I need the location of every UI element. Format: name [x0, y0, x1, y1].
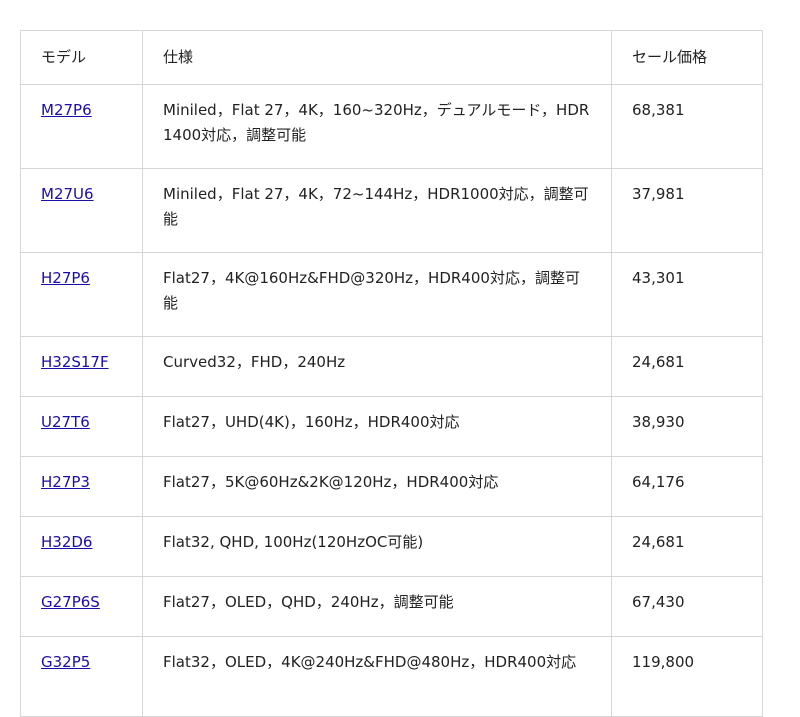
model-cell: H27P3 — [20, 456, 143, 517]
price-cell: 68,381 — [611, 84, 763, 169]
spec-cell: Flat27，5K@60Hz&2K@120Hz，HDR400対応 — [142, 456, 612, 517]
price-cell: 24,681 — [611, 336, 763, 397]
model-cell: G32P5 — [20, 636, 143, 717]
product-table: モデル 仕様 セール価格 M27P6 Miniled，Flat 27，4K，16… — [20, 30, 763, 717]
model-cell: G27P6S — [20, 576, 143, 637]
model-link[interactable]: M27P6 — [41, 101, 92, 119]
table-row: M27P6 Miniled，Flat 27，4K，160~320Hz，デュアルモ… — [20, 84, 763, 169]
table-row: G27P6S Flat27，OLED，QHD，240Hz，調整可能 67,430 — [20, 576, 763, 637]
model-link[interactable]: G32P5 — [41, 653, 90, 671]
table-row: M27U6 Miniled，Flat 27，4K，72~144Hz，HDR100… — [20, 168, 763, 253]
table-row: H27P3 Flat27，5K@60Hz&2K@120Hz，HDR400対応 6… — [20, 456, 763, 517]
header-spec: 仕様 — [142, 30, 612, 85]
model-cell: H27P6 — [20, 252, 143, 337]
price-cell: 43,301 — [611, 252, 763, 337]
price-cell: 67,430 — [611, 576, 763, 637]
table-body: M27P6 Miniled，Flat 27，4K，160~320Hz，デュアルモ… — [20, 84, 763, 717]
model-cell: M27P6 — [20, 84, 143, 169]
table-header-row: モデル 仕様 セール価格 — [20, 30, 763, 85]
product-table-container: モデル 仕様 セール価格 M27P6 Miniled，Flat 27，4K，16… — [20, 30, 763, 717]
spec-cell: Flat27，UHD(4K)，160Hz，HDR400対応 — [142, 396, 612, 457]
model-link[interactable]: H32S17F — [41, 353, 109, 371]
model-link[interactable]: M27U6 — [41, 185, 94, 203]
table-row: U27T6 Flat27，UHD(4K)，160Hz，HDR400対応 38,9… — [20, 396, 763, 457]
model-cell: M27U6 — [20, 168, 143, 253]
price-cell: 64,176 — [611, 456, 763, 517]
table-row: G32P5 Flat32，OLED，4K@240Hz&FHD@480Hz，HDR… — [20, 636, 763, 717]
model-cell: U27T6 — [20, 396, 143, 457]
table-row: H32S17F Curved32，FHD，240Hz 24,681 — [20, 336, 763, 397]
model-link[interactable]: H27P6 — [41, 269, 90, 287]
model-link[interactable]: G27P6S — [41, 593, 100, 611]
spec-cell: Miniled，Flat 27，4K，72~144Hz，HDR1000対応，調整… — [142, 168, 612, 253]
price-cell: 38,930 — [611, 396, 763, 457]
header-model: モデル — [20, 30, 143, 85]
header-price: セール価格 — [611, 30, 763, 85]
price-cell: 37,981 — [611, 168, 763, 253]
spec-cell: Flat27，4K@160Hz&FHD@320Hz，HDR400対応，調整可能 — [142, 252, 612, 337]
spec-cell: Flat32, QHD, 100Hz(120HzOC可能) — [142, 516, 612, 577]
spec-cell: Miniled，Flat 27，4K，160~320Hz，デュアルモード，HDR… — [142, 84, 612, 169]
spec-cell: Flat32，OLED，4K@240Hz&FHD@480Hz，HDR400対応 — [142, 636, 612, 717]
model-link[interactable]: U27T6 — [41, 413, 90, 431]
spec-cell: Curved32，FHD，240Hz — [142, 336, 612, 397]
table-row: H27P6 Flat27，4K@160Hz&FHD@320Hz，HDR400対応… — [20, 252, 763, 337]
price-cell: 24,681 — [611, 516, 763, 577]
spec-cell: Flat27，OLED，QHD，240Hz，調整可能 — [142, 576, 612, 637]
model-cell: H32S17F — [20, 336, 143, 397]
price-cell: 119,800 — [611, 636, 763, 717]
model-link[interactable]: H32D6 — [41, 533, 92, 551]
table-row: H32D6 Flat32, QHD, 100Hz(120HzOC可能) 24,6… — [20, 516, 763, 577]
model-cell: H32D6 — [20, 516, 143, 577]
model-link[interactable]: H27P3 — [41, 473, 90, 491]
